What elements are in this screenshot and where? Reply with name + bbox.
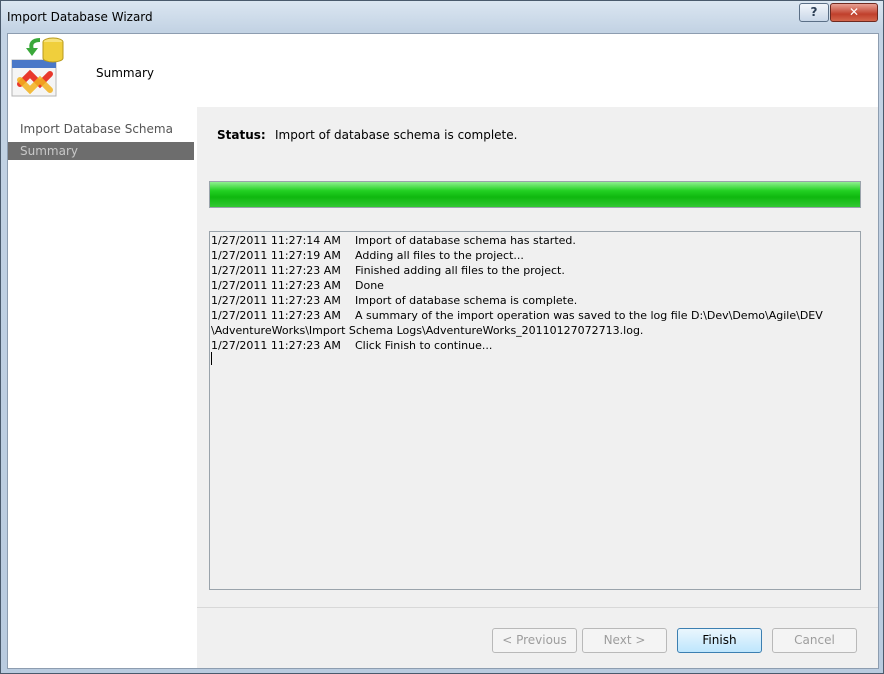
status-label: Status: bbox=[217, 128, 266, 142]
log-message: Import of database schema has started. bbox=[355, 234, 576, 247]
wizard-window: Import Database Wizard ? ✕ Summary Impor… bbox=[0, 0, 884, 674]
log-timestamp: 1/27/2011 11:27:23 AM bbox=[211, 294, 341, 307]
previous-button[interactable]: < Previous bbox=[492, 628, 577, 653]
finish-button[interactable]: Finish bbox=[677, 628, 762, 653]
log-timestamp: 1/27/2011 11:27:23 AM bbox=[211, 279, 341, 292]
cancel-button[interactable]: Cancel bbox=[772, 628, 857, 653]
log-timestamp: 1/27/2011 11:27:14 AM bbox=[211, 234, 341, 247]
status-text: Import of database schema is complete. bbox=[275, 128, 518, 142]
title-bar[interactable]: Import Database Wizard ? ✕ bbox=[1, 1, 884, 33]
log-message: A summary of the import operation was sa… bbox=[355, 309, 823, 322]
log-message: Done bbox=[355, 279, 384, 292]
wizard-content-panel: Status: Import of database schema is com… bbox=[197, 107, 878, 668]
wizard-header: Summary bbox=[8, 34, 878, 106]
log-timestamp: 1/27/2011 11:27:23 AM bbox=[211, 264, 341, 277]
button-area-divider bbox=[197, 607, 878, 608]
log-output-box[interactable]: 1/27/2011 11:27:14 AM Import of database… bbox=[209, 231, 861, 590]
sidebar-item-summary[interactable]: Summary bbox=[8, 142, 194, 160]
log-timestamp: 1/27/2011 11:27:19 AM bbox=[211, 249, 341, 262]
wizard-page-title: Summary bbox=[96, 66, 154, 80]
close-button[interactable]: ✕ bbox=[830, 3, 878, 22]
log-timestamp: 1/27/2011 11:27:23 AM bbox=[211, 339, 341, 352]
wizard-client-area: Summary Import Database Schema Summary S… bbox=[7, 33, 879, 669]
log-message: Finished adding all files to the project… bbox=[355, 264, 565, 277]
text-caret bbox=[211, 352, 212, 365]
log-message-continuation: \AdventureWorks\Import Schema Logs\Adven… bbox=[211, 324, 644, 337]
window-title: Import Database Wizard bbox=[7, 10, 153, 24]
log-message: Click Finish to continue... bbox=[355, 339, 493, 352]
wizard-steps-sidebar: Import Database Schema Summary bbox=[8, 107, 196, 668]
log-timestamp: 1/27/2011 11:27:23 AM bbox=[211, 309, 341, 322]
sidebar-item-import-database-schema[interactable]: Import Database Schema bbox=[8, 120, 194, 138]
help-button[interactable]: ? bbox=[799, 3, 829, 22]
next-button[interactable]: Next > bbox=[582, 628, 667, 653]
import-database-icon bbox=[10, 36, 64, 98]
progress-bar bbox=[209, 181, 861, 208]
log-message: Import of database schema is complete. bbox=[355, 294, 578, 307]
log-message: Adding all files to the project... bbox=[355, 249, 524, 262]
progress-bar-fill bbox=[210, 182, 860, 207]
